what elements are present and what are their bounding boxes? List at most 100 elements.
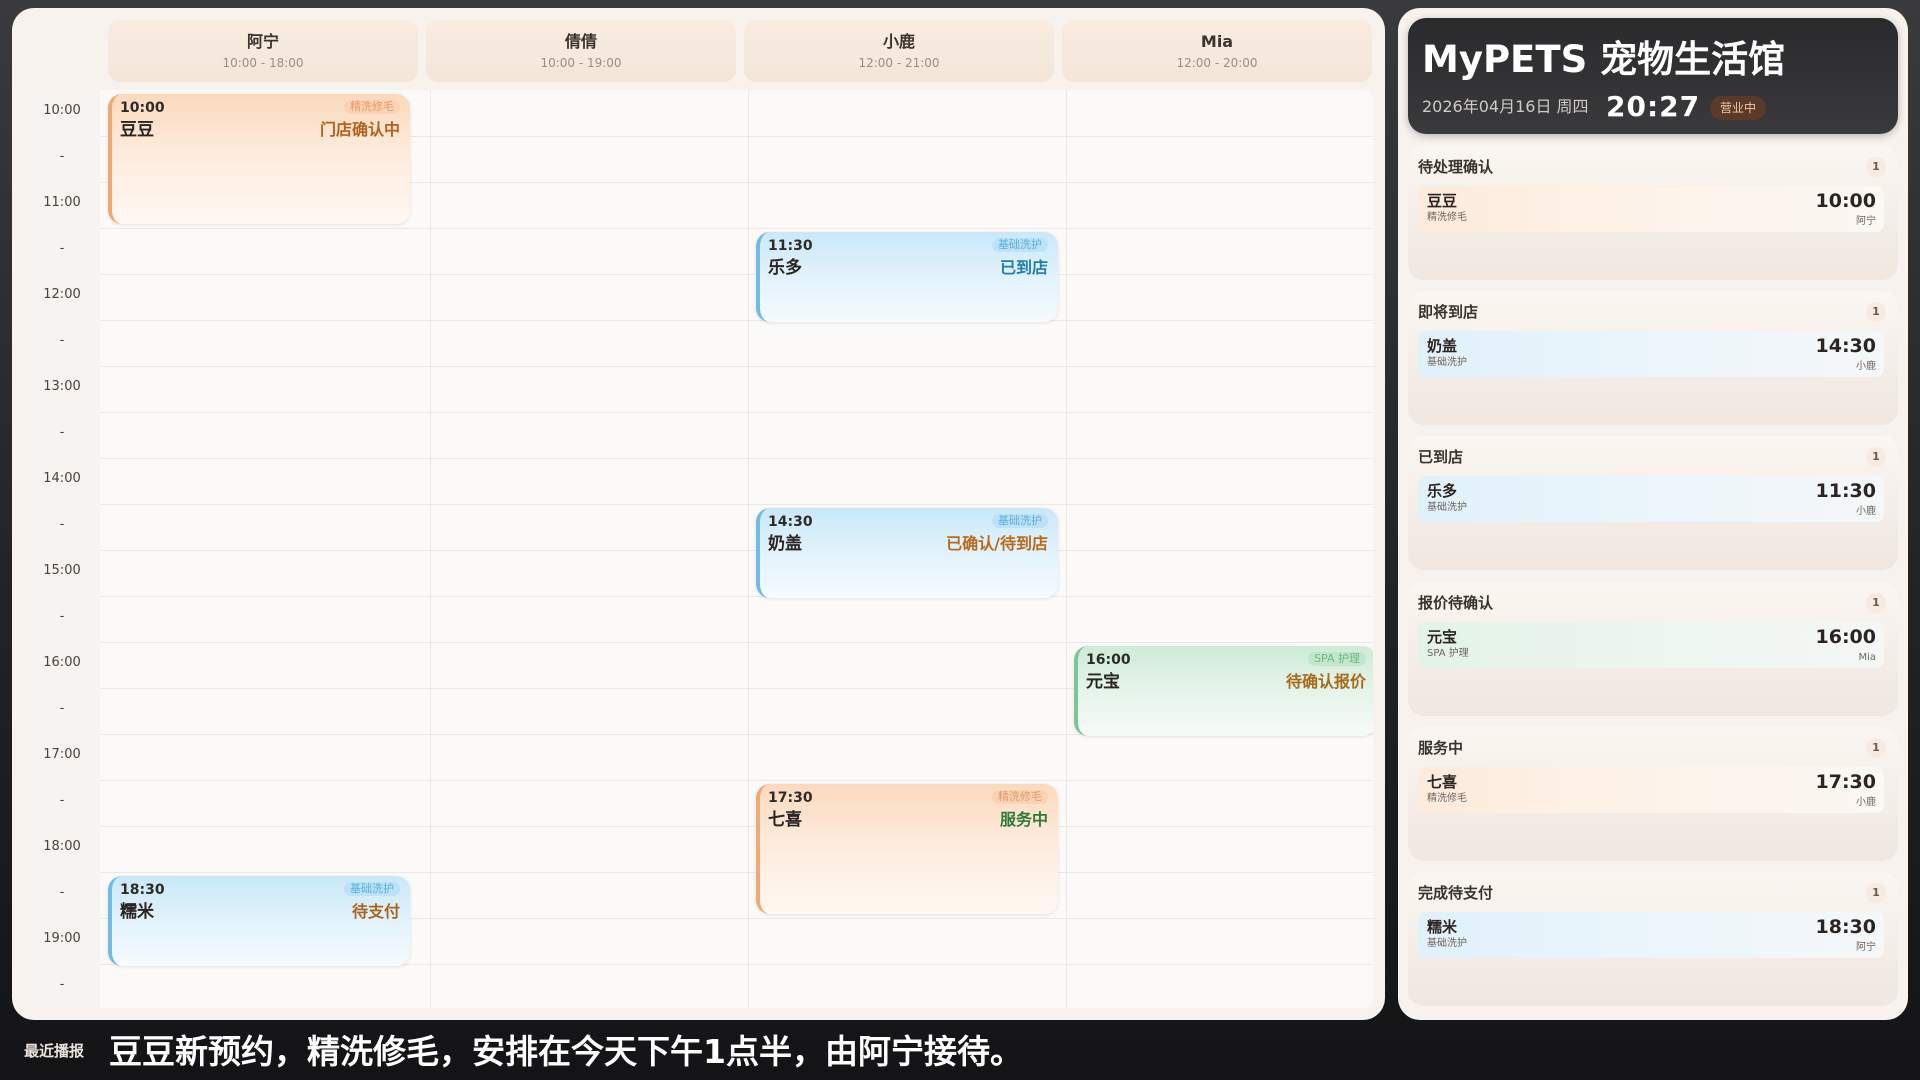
queue-item[interactable]: 奶盖 基础洗护 14:30 小鹿 [1418,331,1884,377]
slot-line [100,872,1373,873]
queue-quote-pending: 报价待确认 1 元宝 SPA 护理 16:00 Mia [1408,582,1898,716]
appointment-card-yuanbao[interactable]: 16:00 SPA 护理 元宝 待确认报价 [1074,646,1373,736]
slot-line [100,366,1373,367]
time-label: - [59,241,65,256]
time-label: - [59,977,65,992]
time-label: - [59,517,65,532]
staff-header-mia[interactable]: Mia 12:00 - 20:00 [1062,20,1372,82]
service-tag: 精洗修毛 [992,790,1048,804]
staff-hours: 12:00 - 20:00 [1176,56,1258,70]
store-clock: 20:27 [1606,90,1701,123]
appointment-status: 门店确认中 [319,120,400,139]
staff-name: 倩倩 [564,32,597,51]
store-info-card: MyPETS 宠物生活馆 2026年04月16日 周四 20:27 营业中 [1408,18,1898,134]
time-label: 14:00 [43,471,81,486]
appointment-status: 已到店 [999,258,1048,277]
store-name: MyPETS 宠物生活馆 [1422,38,1786,81]
service-tag: 精洗修毛 [344,100,400,114]
column-line [430,90,431,1008]
staff-name: 小鹿 [882,32,915,51]
queue-arriving-soon: 即将到店 1 奶盖 基础洗护 14:30 小鹿 [1408,291,1898,425]
queue-title: 服务中 [1418,739,1464,757]
appointment-card-leduo[interactable]: 11:30 基础洗护 乐多 已到店 [756,232,1058,322]
queue-item[interactable]: 豆豆 精洗修毛 10:00 阿宁 [1418,186,1884,232]
queue-item[interactable]: 元宝 SPA 护理 16:00 Mia [1418,622,1884,668]
queue-count-badge: 1 [1866,883,1886,903]
queue-item[interactable]: 乐多 基础洗护 11:30 小鹿 [1418,476,1884,522]
time-label: - [59,425,65,440]
time-label: 18:00 [43,839,81,854]
time-label: 17:00 [43,747,81,762]
announcement-ticker: 最近播报 豆豆新预约，精洗修毛，安排在今天下午1点半，由阿宁接待。 [24,1028,1904,1074]
staff-name: Mia [1200,32,1234,51]
queue-title: 待处理确认 [1418,158,1494,176]
queue-item-pet: 奶盖 [1427,337,1458,355]
queue-title: 完成待支付 [1418,884,1494,902]
slot-line [100,596,1373,597]
appointment-time: 10:00 [120,100,165,116]
staff-name: 阿宁 [246,32,279,51]
queue-title: 即将到店 [1418,303,1479,321]
staff-header-qianqian[interactable]: 倩倩 10:00 - 19:00 [426,20,736,82]
queue-item-pet: 乐多 [1427,482,1458,500]
queue-item-service: 精洗修毛 [1427,212,1467,223]
time-label: - [59,333,65,348]
appointment-time: 16:00 [1086,652,1131,668]
slot-line [100,412,1373,413]
queue-item[interactable]: 糯米 基础洗护 18:30 阿宁 [1418,912,1884,958]
queue-item-staff: 小鹿 [1856,361,1876,372]
appointment-status: 待确认报价 [1285,672,1366,691]
pet-name: 奶盖 [768,534,802,554]
appointment-time: 14:30 [768,514,813,530]
ticker-text: 豆豆新预约，精洗修毛，安排在今天下午1点半，由阿宁接待。 [109,1032,1023,1071]
queue-count-badge: 1 [1866,738,1886,758]
slot-line [100,642,1373,643]
queue-in-service: 服务中 1 七喜 精洗修毛 17:30 小鹿 [1408,727,1898,861]
queue-item-service: SPA 护理 [1427,648,1469,659]
time-label: 10:00 [43,103,81,118]
queue-item-time: 10:00 [1815,190,1876,212]
column-line [1066,90,1067,1008]
slot-line [100,780,1373,781]
queue-item-pet: 糯米 [1427,918,1458,936]
slot-line [100,826,1373,827]
ticker-label: 最近播报 [24,1042,85,1060]
queue-item-staff: 阿宁 [1856,216,1876,227]
appointment-card-doudou[interactable]: 10:00 精洗修毛 豆豆 门店确认中 [108,94,410,224]
queue-item-time: 17:30 [1815,771,1876,793]
appointment-card-nuomi[interactable]: 18:30 基础洗护 糯米 待支付 [108,876,410,966]
service-tag: SPA 护理 [1308,652,1366,666]
appointment-status: 已确认/待到店 [946,534,1048,553]
staff-header-aning[interactable]: 阿宁 10:00 - 18:00 [108,20,418,82]
appointment-time: 17:30 [768,790,813,806]
column-line [748,90,749,1008]
queue-item-time: 14:30 [1815,335,1876,357]
schedule-panel: 阿宁 10:00 - 18:00 倩倩 10:00 - 19:00 小鹿 12:… [12,8,1385,1020]
queue-pending-confirm: 待处理确认 1 豆豆 精洗修毛 10:00 阿宁 [1408,146,1898,280]
queue-title: 报价待确认 [1418,594,1494,612]
slot-line [100,550,1373,551]
queue-count-badge: 1 [1866,447,1886,467]
store-status-badge: 营业中 [1710,96,1767,120]
time-label: 11:00 [43,195,81,210]
appointment-time: 18:30 [120,882,165,898]
slot-line [100,504,1373,505]
service-tag: 基础洗护 [344,882,400,896]
queue-item-service: 基础洗护 [1427,502,1467,513]
staff-header-xiaolu[interactable]: 小鹿 12:00 - 21:00 [744,20,1054,82]
queue-awaiting-payment: 完成待支付 1 糯米 基础洗护 18:30 阿宁 [1408,872,1898,1006]
pet-name: 豆豆 [120,120,154,140]
queue-item-staff: Mia [1858,652,1876,663]
pet-name: 乐多 [768,258,802,278]
queue-item[interactable]: 七喜 精洗修毛 17:30 小鹿 [1418,767,1884,813]
appointment-card-naigai[interactable]: 14:30 基础洗护 奶盖 已确认/待到店 [756,508,1058,598]
appointment-card-qixi[interactable]: 17:30 精洗修毛 七喜 服务中 [756,784,1058,914]
staff-hours: 10:00 - 18:00 [222,56,304,70]
pet-name: 七喜 [768,810,802,830]
time-label: - [59,885,65,900]
slot-line [100,320,1373,321]
queue-count-badge: 1 [1866,157,1886,177]
queue-item-staff: 阿宁 [1856,942,1876,953]
queue-title: 已到店 [1418,448,1464,466]
store-date: 2026年04月16日 周四 [1422,97,1589,116]
